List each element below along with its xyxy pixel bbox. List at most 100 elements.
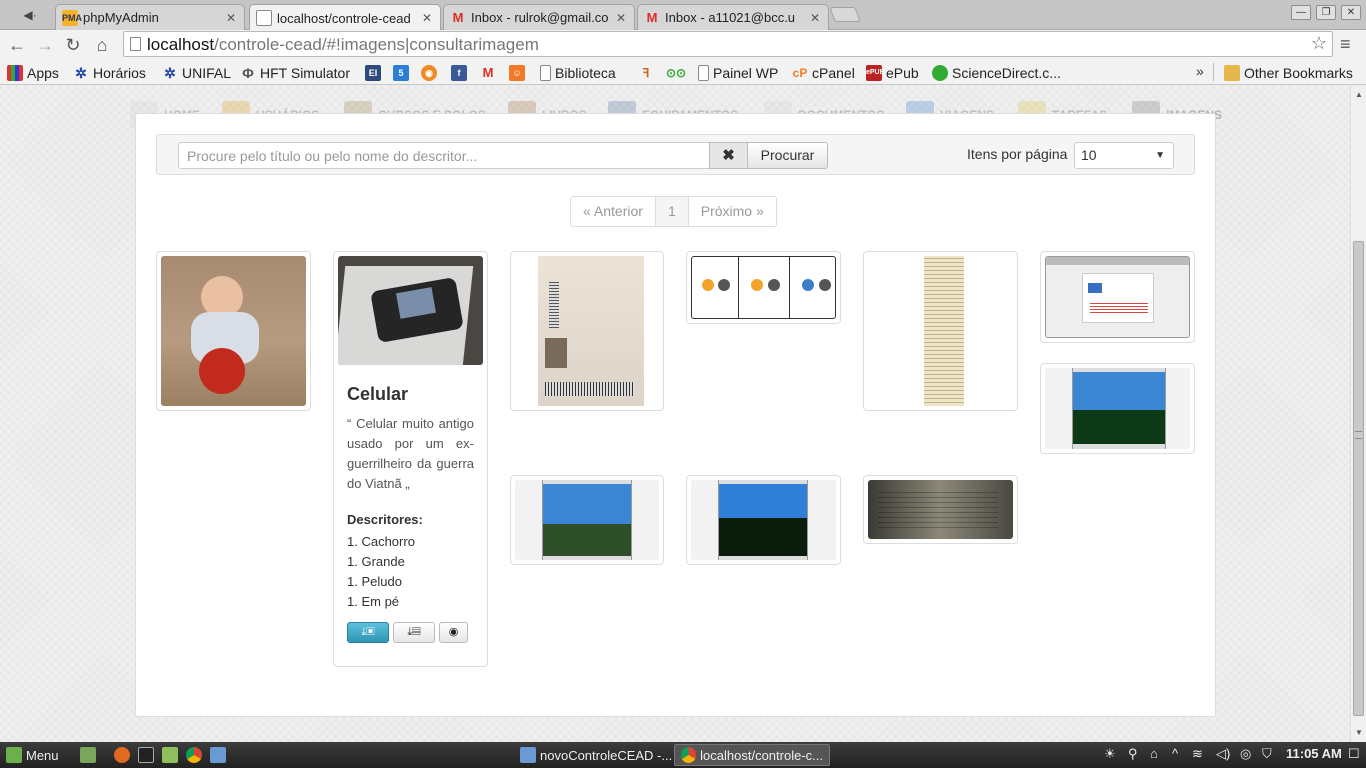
image-preview [1045,256,1190,338]
forward-icon[interactable]: → [33,33,57,57]
feather-icon: ꟻ [642,66,650,80]
image-thumbnail[interactable] [510,251,664,411]
bookmark-horarios[interactable]: ✲ Horários [73,64,146,82]
bookmark-biblioteca[interactable]: Biblioteca [540,64,616,82]
image-thumbnail[interactable] [686,475,841,565]
url-text[interactable]: localhost/controle-cead/#!imagens|consul… [147,35,539,55]
five-icon: 5 [393,65,409,81]
clock[interactable]: 11:05 AM [1286,746,1342,761]
page-scrollbar[interactable]: ▲ ▼ [1350,86,1366,742]
taskbar-window-chrome[interactable]: localhost/controle-c... [674,744,830,766]
scrollbar-thumb[interactable] [1353,241,1364,716]
page-icon [130,37,141,51]
back-icon[interactable]: ← [5,33,29,57]
bookmark-orange-square[interactable]: ☺ [509,64,529,82]
search-toolbar: ✖ Procurar Itens por página 10▼ [156,134,1195,175]
image-preview[interactable] [338,256,483,365]
virtualbox-icon[interactable] [210,745,230,765]
bookmark-orange-circle[interactable]: ◉ [421,64,441,82]
download-file-button[interactable]: ⤓▤ [393,622,435,643]
firefox-icon[interactable] [114,745,134,765]
chrome-icon[interactable] [186,745,206,765]
volume-icon[interactable]: ◁) [1216,746,1230,762]
minimize-button[interactable]: — [1291,5,1311,20]
image-preview [515,480,659,560]
bookmark-owl[interactable]: ⊙⊙ [666,64,686,82]
usb-icon[interactable]: ⌂ [1150,746,1158,761]
shield-icon[interactable]: ⛉ [1262,746,1272,762]
bookmark-feather[interactable]: ꟻ [638,64,658,82]
files-icon[interactable] [162,745,182,765]
brightness-icon[interactable]: ☀ [1104,746,1116,762]
user-icon[interactable]: ☐ [1348,746,1360,762]
bookmark-cpanel[interactable]: cP cPanel [792,64,855,82]
terminal-icon[interactable] [138,745,158,765]
close-icon[interactable]: ✕ [224,11,238,25]
taskbar-window-netbeans[interactable]: novoControleCEAD -... [514,744,678,766]
eye-icon: ◉ [448,626,459,638]
close-icon[interactable]: ✕ [420,11,434,25]
reload-icon[interactable]: ↻ [61,33,85,57]
chevron-up-icon[interactable]: ^ [1172,746,1178,761]
apps-grid-icon [7,65,23,81]
pagination-page-current[interactable]: 1 [654,197,688,226]
bookmark-blue-square[interactable]: EI [365,64,385,82]
download-image-button[interactable]: ⤓▣ [347,622,389,643]
bookmark-star-icon[interactable]: ☆ [1311,33,1327,54]
home-icon[interactable]: ⌂ [90,33,114,57]
scroll-up-icon[interactable]: ▲ [1351,88,1366,102]
bookmark-sciencedirect[interactable]: ScienceDirect.c... [932,64,1061,82]
pagination: « Anterior 1 Próximo » [570,196,777,227]
close-icon[interactable]: ✕ [808,11,822,25]
close-window-button[interactable]: ✕ [1341,5,1361,20]
view-button[interactable]: ◉ [439,622,468,643]
speaker-icon[interactable]: ◀· [8,5,52,25]
image-preview [515,256,659,406]
orange-square-icon: ☺ [509,65,525,81]
image-preview [868,256,1013,406]
green-circle-icon [932,65,948,81]
chrome-menu-icon[interactable]: ≡ [1340,34,1351,55]
image-thumbnail[interactable] [863,475,1018,544]
wifi-icon[interactable]: ≋ [1192,746,1203,762]
bookmark-unifal[interactable]: ✲ UNIFAL [162,64,231,82]
tab-controle-cead[interactable]: localhost/controle-cead ✕ [249,4,441,31]
search-input[interactable] [178,142,711,169]
start-menu-button[interactable]: Menu [6,745,59,765]
search-button[interactable]: Procurar [747,142,828,169]
new-tab-button[interactable] [829,7,861,22]
bookmark-apps[interactable]: Apps [7,64,59,82]
image-thumbnail[interactable] [156,251,311,411]
network-icon[interactable]: ⚲ [1128,746,1138,762]
scroll-down-icon[interactable]: ▼ [1351,726,1366,740]
chrome-tray-icon[interactable]: ◎ [1240,746,1251,762]
image-preview [868,480,1013,539]
maximize-button[interactable]: ❐ [1316,5,1336,20]
image-thumbnail[interactable] [1040,251,1195,343]
image-thumbnail[interactable] [863,251,1018,411]
tab-phpmyadmin[interactable]: PMA phpMyAdmin ✕ [55,4,245,30]
tab-inbox-a11021[interactable]: M Inbox - a11021@bcc.u ✕ [637,4,829,30]
tab-title: localhost/controle-cead [277,10,411,26]
bookmark-gmail[interactable]: M [480,64,500,82]
close-icon[interactable]: ✕ [614,11,628,25]
clear-search-button[interactable]: ✖ [709,142,748,169]
address-bar[interactable]: localhost/controle-cead/#!imagens|consul… [123,31,1333,57]
pagination-previous[interactable]: « Anterior [571,197,655,226]
bookmark-epub[interactable]: ePUB ePub [866,64,919,82]
items-per-page-select[interactable]: 10 ▼ [1074,142,1174,169]
other-bookmarks-folder[interactable]: Other Bookmarks [1224,64,1353,82]
image-thumbnail[interactable] [510,475,664,565]
tab-inbox-rulrok[interactable]: M Inbox - rulrok@gmail.co ✕ [443,4,635,30]
image-thumbnail[interactable] [686,251,841,324]
bookmark-five[interactable]: 5 [393,64,413,82]
bookmark-painel-wp[interactable]: Painel WP [698,64,778,82]
tab-title: phpMyAdmin [83,10,159,25]
bookmarks-overflow-button[interactable]: » [1196,63,1204,79]
bookmark-facebook[interactable]: f [451,64,471,82]
bookmark-hft-simulator[interactable]: Φ HFT Simulator [240,64,350,82]
pagination-next[interactable]: Próximo » [687,197,776,226]
image-thumbnail[interactable] [1040,363,1195,454]
image-preview [1045,368,1190,449]
show-desktop-icon[interactable] [80,745,100,765]
